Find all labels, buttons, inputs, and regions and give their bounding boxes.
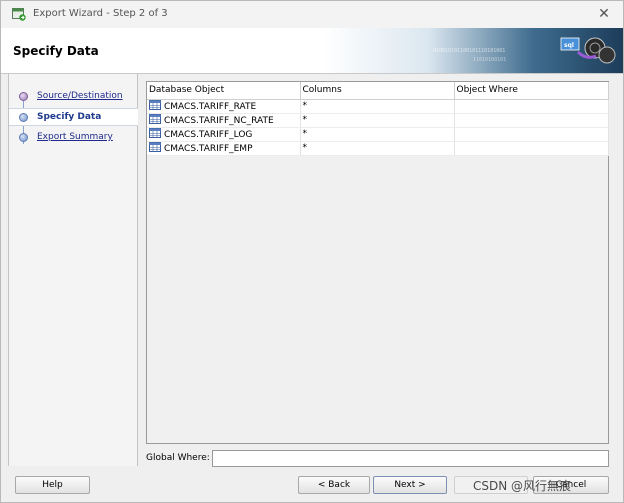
object-cell[interactable]: CMACS.TARIFF_EMP: [147, 141, 301, 156]
help-button[interactable]: Help: [15, 476, 90, 494]
table-icon: [149, 100, 161, 110]
object-name: CMACS.TARIFF_EMP: [164, 144, 253, 154]
object-cell[interactable]: CMACS.TARIFF_RATE: [147, 99, 301, 114]
columns-cell[interactable]: *: [300, 99, 455, 114]
column-header-database-object[interactable]: Database Object: [147, 82, 301, 100]
columns-cell[interactable]: *: [300, 127, 455, 142]
table-icon: [149, 114, 161, 124]
where-cell[interactable]: [454, 99, 609, 114]
page-title: Specify Data: [13, 44, 99, 58]
object-name: CMACS.TARIFF_RATE: [164, 102, 257, 112]
where-cell[interactable]: [454, 127, 609, 142]
column-header-object-where[interactable]: Object Where: [454, 82, 609, 100]
export-wizard-app-icon: [12, 8, 26, 21]
columns-cell[interactable]: *: [300, 113, 455, 128]
object-cell[interactable]: CMACS.TARIFF_LOG: [147, 127, 301, 142]
close-icon[interactable]: ✕: [595, 5, 613, 23]
table-header-row: Database Object Columns Object Where: [147, 82, 609, 100]
step-source-destination[interactable]: Source/Destination: [9, 88, 138, 106]
table-row[interactable]: CMACS.TARIFF_LOG *: [147, 127, 609, 142]
table-row[interactable]: CMACS.TARIFF_EMP *: [147, 141, 609, 156]
table-row[interactable]: CMACS.TARIFF_NC_RATE *: [147, 113, 609, 128]
header-banner-graphic: 010010101100101110101001 11010100101 sql: [323, 28, 623, 73]
title-bar: Export Wizard - Step 2 of 3 ✕: [1, 1, 623, 28]
step-label[interactable]: Export Summary: [37, 132, 113, 142]
svg-text:11010100101: 11010100101: [473, 57, 506, 63]
next-button-label: Next >: [394, 480, 426, 490]
next-button[interactable]: Next >: [373, 476, 447, 494]
back-button-label: < Back: [317, 480, 351, 490]
back-button[interactable]: < Back: [298, 476, 370, 494]
where-cell[interactable]: [454, 113, 609, 128]
step-pending-icon: [19, 133, 28, 142]
step-visited-icon: [19, 92, 28, 101]
window-title: Export Wizard - Step 2 of 3: [33, 8, 168, 19]
help-button-label: Help: [42, 480, 63, 490]
table-icon: [149, 142, 161, 152]
columns-cell[interactable]: *: [300, 141, 455, 156]
objects-table: Database Object Columns Object Where CMA…: [147, 82, 609, 156]
svg-text:010010101100101110101001: 010010101100101110101001: [433, 48, 505, 54]
export-wizard-window: Export Wizard - Step 2 of 3 ✕ Specify Da…: [0, 0, 624, 503]
objects-grid[interactable]: Database Object Columns Object Where CMA…: [146, 81, 609, 444]
object-cell[interactable]: CMACS.TARIFF_NC_RATE: [147, 113, 301, 128]
step-label[interactable]: Source/Destination: [37, 91, 123, 101]
object-name: CMACS.TARIFF_LOG: [164, 130, 253, 140]
sql-badge: sql: [564, 42, 574, 49]
wizard-steps-nav: Source/Destination Specify Data Export S…: [8, 74, 138, 466]
csdn-watermark: CSDN @风行無痕: [473, 479, 572, 493]
step-label: Specify Data: [37, 112, 102, 122]
step-current-icon: [19, 113, 28, 122]
where-cell[interactable]: [454, 141, 609, 156]
global-where-input[interactable]: [212, 450, 609, 467]
wizard-header: Specify Data 010010101100101110101001 11…: [1, 28, 623, 74]
table-row[interactable]: CMACS.TARIFF_RATE *: [147, 99, 609, 114]
step-specify-data[interactable]: Specify Data: [9, 108, 138, 126]
step-export-summary[interactable]: Export Summary: [9, 129, 138, 147]
object-name: CMACS.TARIFF_NC_RATE: [164, 116, 274, 126]
column-header-columns[interactable]: Columns: [300, 82, 455, 100]
global-where-label: Global Where:: [146, 453, 210, 463]
table-icon: [149, 128, 161, 138]
